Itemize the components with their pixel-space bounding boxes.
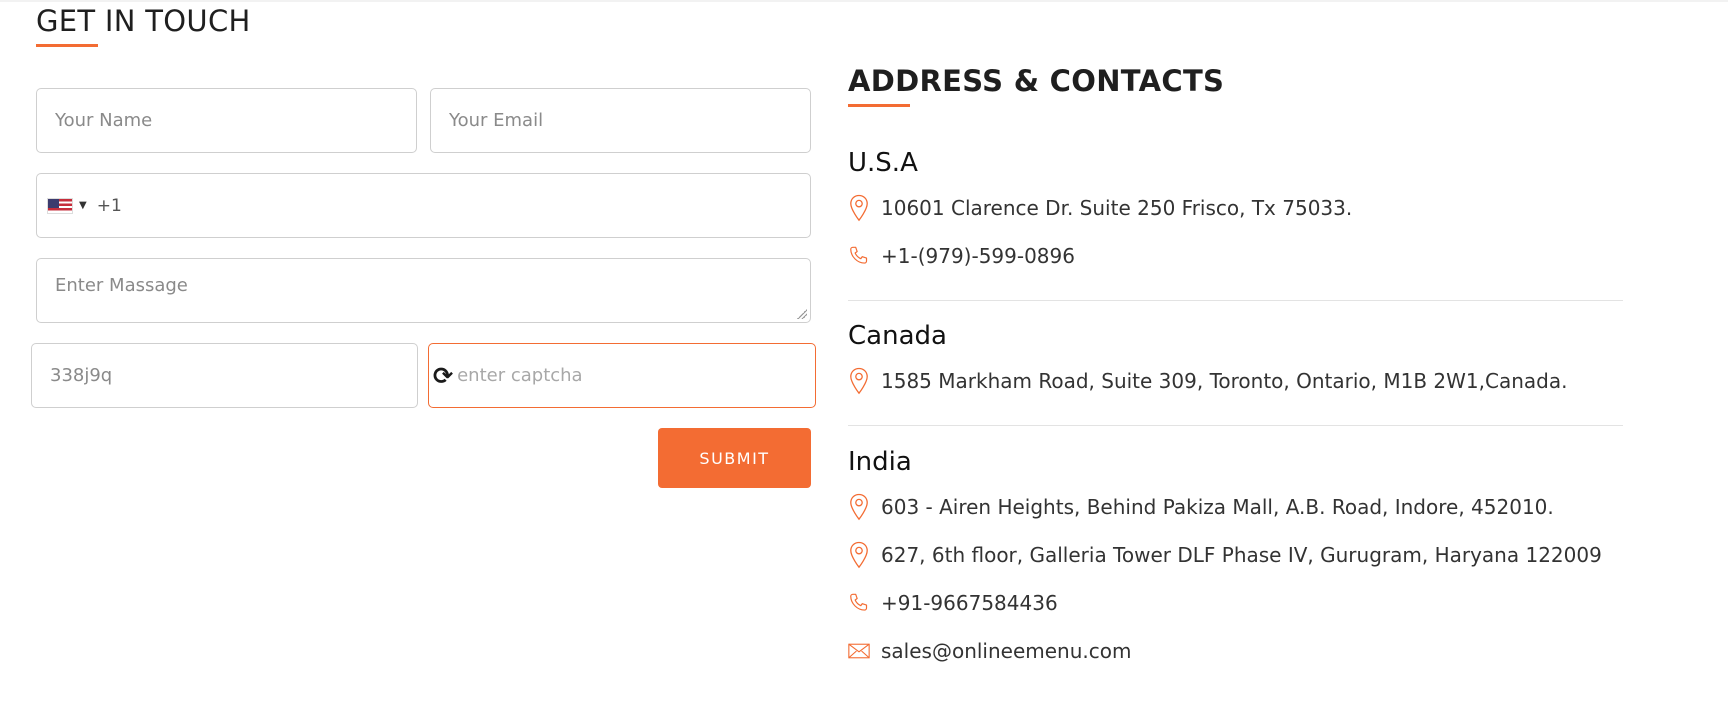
address-contacts-title: ADDRESS & CONTACTS [848, 64, 1225, 98]
country-heading-india: India [848, 447, 912, 477]
captcha-input[interactable]: ⟳ enter captcha [428, 343, 816, 408]
location-pin-icon [848, 540, 870, 570]
refresh-icon[interactable]: ⟳ [433, 364, 453, 388]
location-pin-icon [848, 193, 870, 223]
get-in-touch-title: GET IN TOUCH [36, 4, 251, 38]
phone-line: +91-9667584436 [848, 588, 1058, 618]
address-line: 627, 6th floor, Galleria Tower DLF Phase… [848, 540, 1602, 570]
us-flag-icon[interactable] [47, 197, 73, 214]
location-pin-icon [848, 366, 870, 396]
canada-address: 1585 Markham Road, Suite 309, Toronto, O… [881, 369, 1568, 393]
top-divider [0, 0, 1728, 2]
captcha-placeholder: enter captcha [457, 365, 583, 386]
message-placeholder: Enter Massage [55, 275, 188, 296]
phone-icon [848, 241, 870, 271]
divider [848, 425, 1623, 426]
resize-handle-icon[interactable] [797, 309, 807, 319]
title-underline [36, 44, 98, 47]
india-address-1: 603 - Airen Heights, Behind Pakiza Mall,… [881, 495, 1554, 519]
country-heading-canada: Canada [848, 321, 947, 351]
usa-phone[interactable]: +1-(979)-599-0896 [881, 244, 1075, 268]
india-phone[interactable]: +91-9667584436 [881, 591, 1058, 615]
phone-icon [848, 588, 870, 618]
title-underline [848, 104, 910, 107]
chevron-down-icon[interactable]: ▼ [79, 200, 87, 211]
name-field[interactable]: Your Name [36, 88, 417, 153]
phone-line: +1-(979)-599-0896 [848, 241, 1075, 271]
mail-icon [848, 636, 870, 666]
address-line: 10601 Clarence Dr. Suite 250 Frisco, Tx … [848, 193, 1352, 223]
divider [848, 300, 1623, 301]
email-line: sales@onlineemenu.com [848, 636, 1131, 666]
country-heading-usa: U.S.A [848, 148, 918, 178]
submit-button[interactable]: SUBMIT [658, 428, 811, 488]
address-line: 603 - Airen Heights, Behind Pakiza Mall,… [848, 492, 1554, 522]
india-address-2: 627, 6th floor, Galleria Tower DLF Phase… [881, 543, 1602, 567]
address-line: 1585 Markham Road, Suite 309, Toronto, O… [848, 366, 1567, 396]
message-field[interactable]: Enter Massage [36, 258, 811, 323]
india-email[interactable]: sales@onlineemenu.com [881, 639, 1131, 663]
usa-address: 10601 Clarence Dr. Suite 250 Frisco, Tx … [881, 196, 1353, 220]
email-field[interactable]: Your Email [430, 88, 811, 153]
dial-code: +1 [96, 195, 122, 216]
captcha-code-field: 338j9q [31, 343, 418, 408]
phone-field[interactable]: ▼ +1 [36, 173, 811, 238]
location-pin-icon [848, 492, 870, 522]
